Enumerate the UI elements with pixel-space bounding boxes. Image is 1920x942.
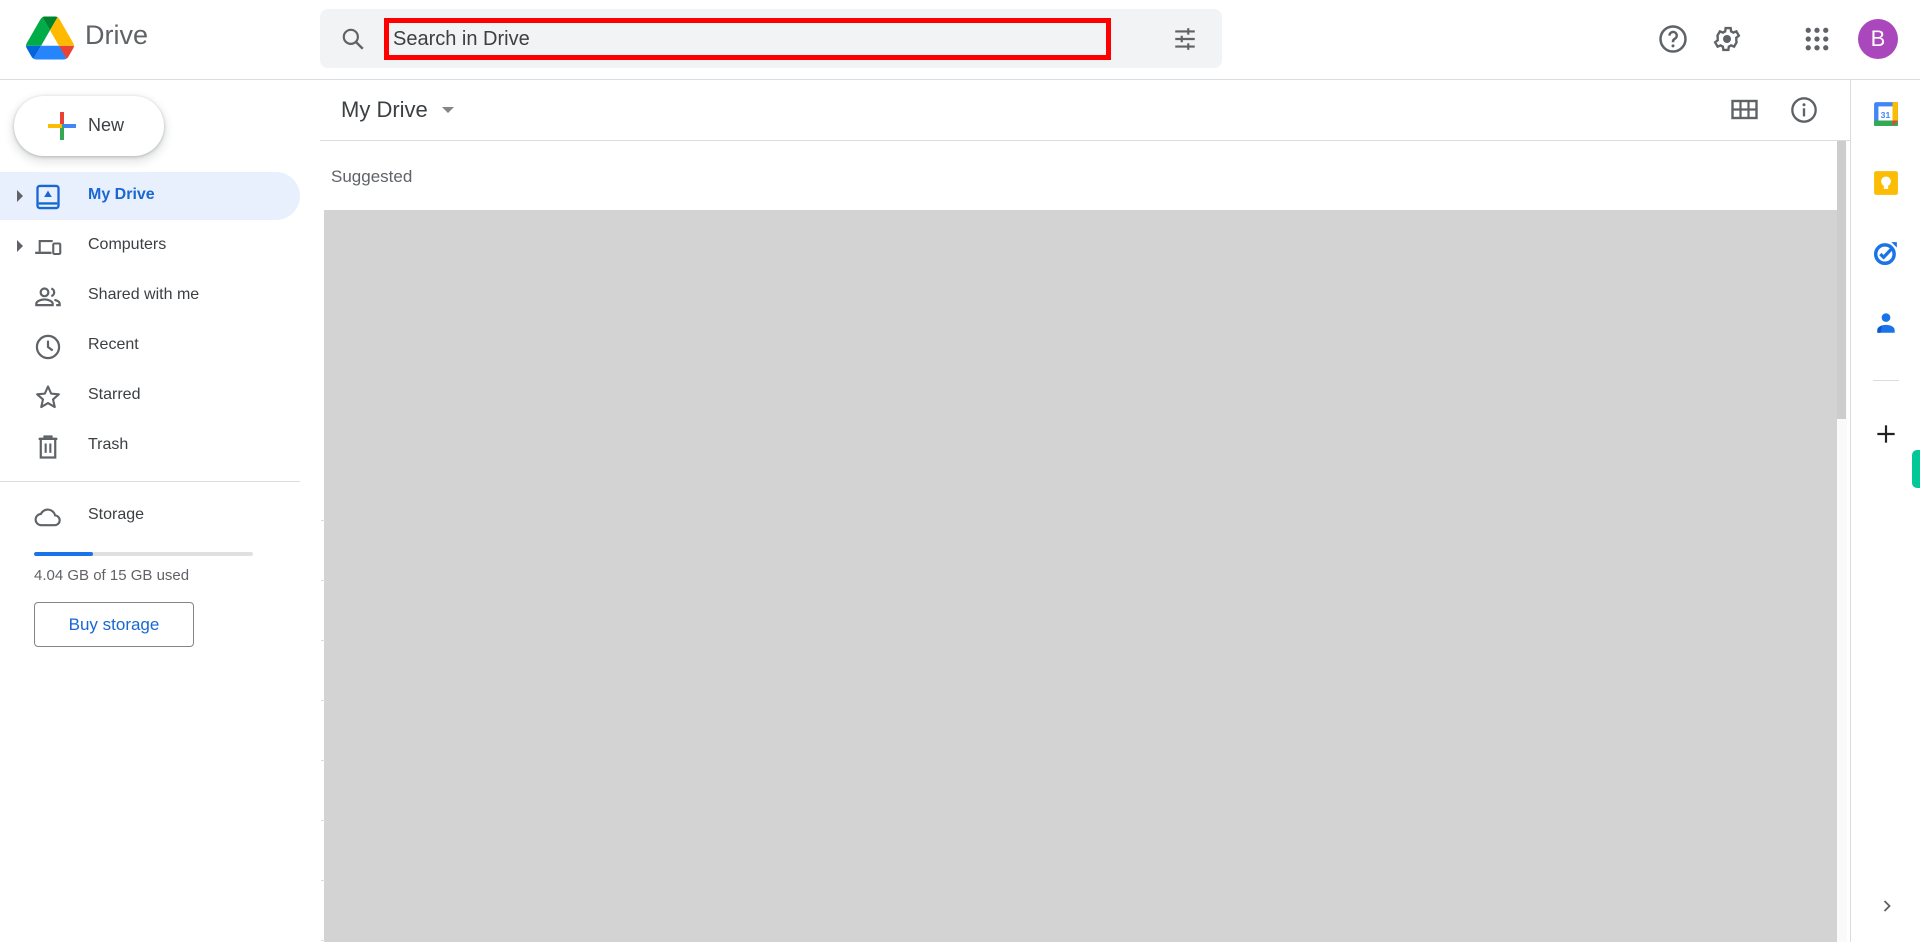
sidebar-item-label: Shared with me [88,286,200,303]
suggested-section-label: Suggested [331,167,413,186]
sidebar-item-label: Computers [88,236,167,253]
gear-icon[interactable] [1712,24,1742,54]
storage-usage-fill [34,552,93,556]
side-panel-separator [1873,380,1899,381]
search-input[interactable] [384,18,1111,60]
top-header: Drive B [0,0,1920,80]
new-button-label: New [88,115,125,135]
new-button[interactable]: New [14,96,164,156]
sidebar-item-trash[interactable]: Trash [0,422,300,470]
sidebar-item-my-drive[interactable]: My Drive [0,172,300,220]
cloud-icon [34,508,61,527]
computers-icon [35,240,62,256]
clock-icon [35,334,61,360]
calendar-badge: 31 [1881,110,1891,120]
sidebar-item-label: Starred [88,386,141,403]
sidebar-item-storage[interactable]: Storage [0,494,300,538]
plus-icon[interactable] [1873,421,1899,447]
scrollbar-thumb[interactable] [1837,141,1846,419]
apps-grid-icon[interactable] [1802,24,1832,54]
row-divider [321,940,325,941]
google-drive-logo-icon[interactable] [26,16,74,60]
sidebar-item-label: My Drive [88,186,155,203]
expand-arrow-icon[interactable] [17,240,23,252]
row-divider [321,640,325,641]
sidebar-item-recent[interactable]: Recent [0,322,300,370]
row-divider [321,520,325,521]
chevron-right-icon[interactable] [1877,896,1897,916]
expand-arrow-icon[interactable] [17,190,23,202]
buy-storage-button[interactable]: Buy storage [34,602,194,647]
account-avatar[interactable]: B [1858,19,1898,59]
calendar-icon[interactable]: 31 [1873,101,1899,127]
star-icon [36,385,60,409]
sidebar-divider [0,481,300,482]
contacts-icon[interactable] [1873,310,1899,336]
row-divider [321,820,325,821]
row-divider [321,760,325,761]
my-drive-icon [36,184,60,210]
grid-view-icon[interactable] [1730,98,1760,122]
tasks-icon[interactable] [1873,240,1899,266]
content-loading-placeholder [324,210,1840,942]
trash-icon [38,435,58,459]
chevron-down-icon[interactable] [442,107,454,113]
sidebar-item-starred[interactable]: Starred [0,372,300,420]
search-options-icon[interactable] [1172,26,1198,52]
storage-label: Storage [88,506,145,523]
page-title[interactable]: My Drive [341,97,428,123]
sidebar-item-label: Trash [88,436,129,453]
shared-icon [35,287,61,307]
sidebar-item-shared-with-me[interactable]: Shared with me [0,272,300,320]
sidebar-item-computers[interactable]: Computers [0,222,300,270]
storage-usage-text: 4.04 GB of 15 GB used [34,567,190,584]
side-panel-divider [1850,80,1851,942]
keep-icon[interactable] [1873,170,1899,196]
sidebar-item-label: Recent [88,336,139,353]
app-title: Drive [85,20,149,50]
row-divider [321,700,325,701]
storage-usage-bar [34,552,253,556]
search-icon[interactable] [340,26,366,52]
row-divider [321,580,325,581]
plus-icon [48,112,76,140]
row-divider [321,880,325,881]
help-icon[interactable] [1658,24,1688,54]
main-header-divider [320,140,1850,141]
info-icon[interactable] [1790,96,1818,124]
side-panel-tab-handle[interactable] [1912,450,1920,488]
